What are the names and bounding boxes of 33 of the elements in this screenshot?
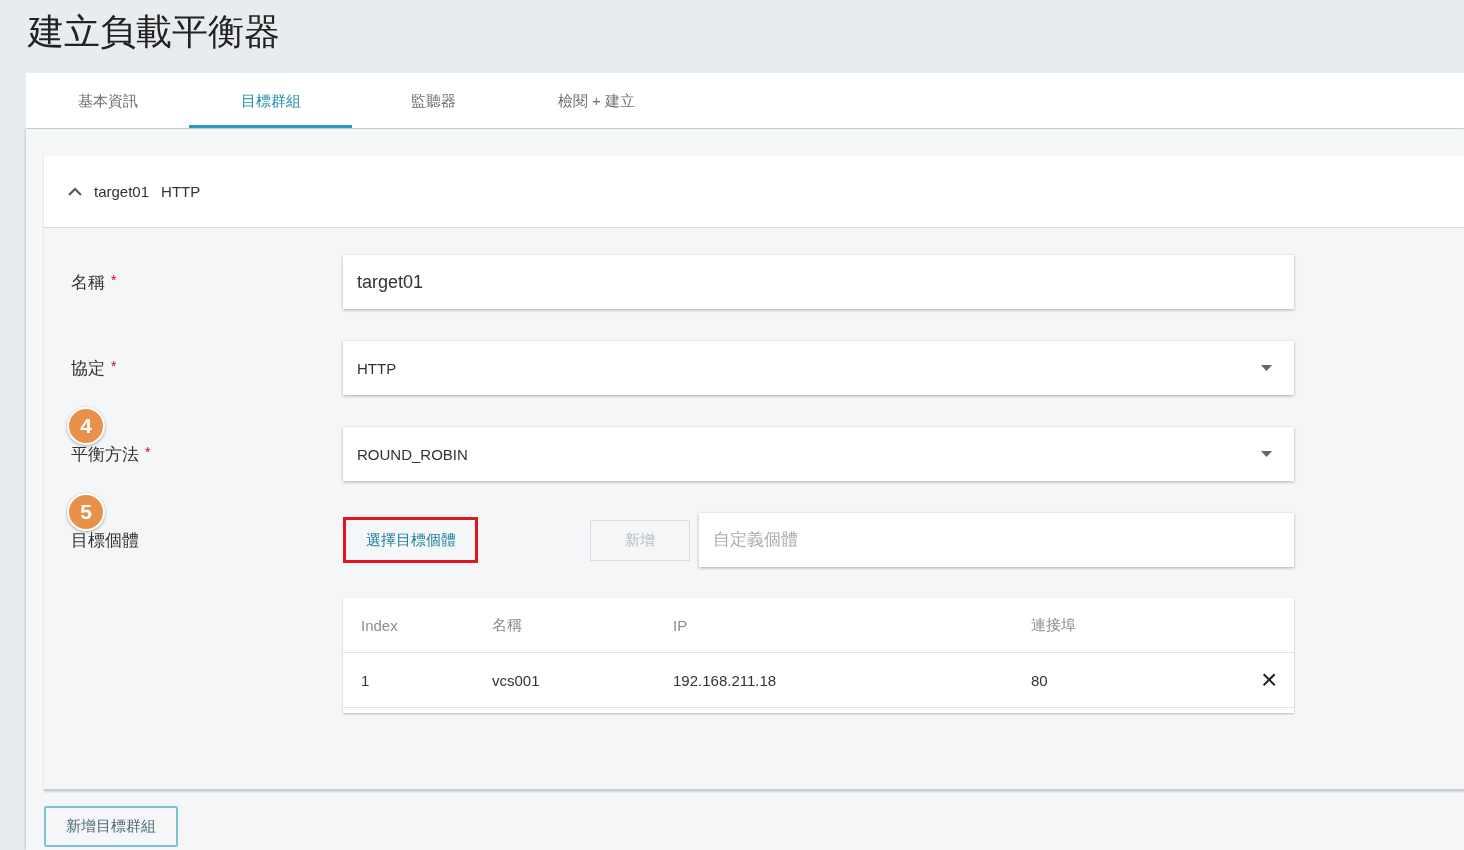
table-cell-text: 192.168.211.18 — [673, 671, 778, 689]
chevron-up-icon — [68, 187, 82, 196]
select-targets-button[interactable]: 選擇目標個體 — [343, 517, 478, 563]
table-cell-text: 80 — [1031, 671, 1049, 689]
tab[interactable]: 檢閱 + 建立 — [515, 73, 678, 128]
column-header: 名稱 — [492, 615, 523, 635]
required-mark: * — [111, 358, 117, 374]
group-protocol: HTTP — [161, 183, 201, 200]
field-label: 平衡方法 — [71, 443, 139, 466]
target-group-header[interactable]: target01 HTTP — [44, 156, 1464, 228]
step-number-badge: 4 — [67, 407, 105, 445]
page-title: 建立負載平衡器 — [26, 10, 281, 54]
add-target-group-button[interactable]: 新增目標群組 — [44, 806, 178, 847]
field-label: 目標個體 — [71, 529, 139, 552]
required-mark: * — [111, 272, 117, 288]
column-header: Index — [361, 616, 399, 634]
dropdown[interactable]: HTTP — [343, 341, 1294, 395]
field-label: 協定 — [71, 357, 105, 380]
group-name: target01 — [94, 183, 150, 200]
table-cell-text: 1 — [361, 671, 371, 689]
field-label: 名稱 — [71, 271, 105, 294]
required-mark: * — [145, 444, 151, 460]
custom-target-field[interactable]: 自定義個體 — [699, 513, 1294, 567]
name-field[interactable]: target01 — [343, 255, 1294, 309]
caret-icon — [1261, 365, 1272, 371]
dropdown[interactable]: ROUND_ROBIN — [343, 427, 1294, 481]
column-header: 連接埠 — [1031, 615, 1077, 635]
column-header: IP — [673, 616, 689, 634]
tab[interactable]: 監聽器 — [352, 73, 515, 128]
caret-icon — [1261, 451, 1272, 457]
tab[interactable]: 基本資訊 — [26, 73, 189, 128]
table-cell-text: vcs001 — [492, 671, 541, 689]
step-number-badge: 5 — [67, 493, 105, 531]
